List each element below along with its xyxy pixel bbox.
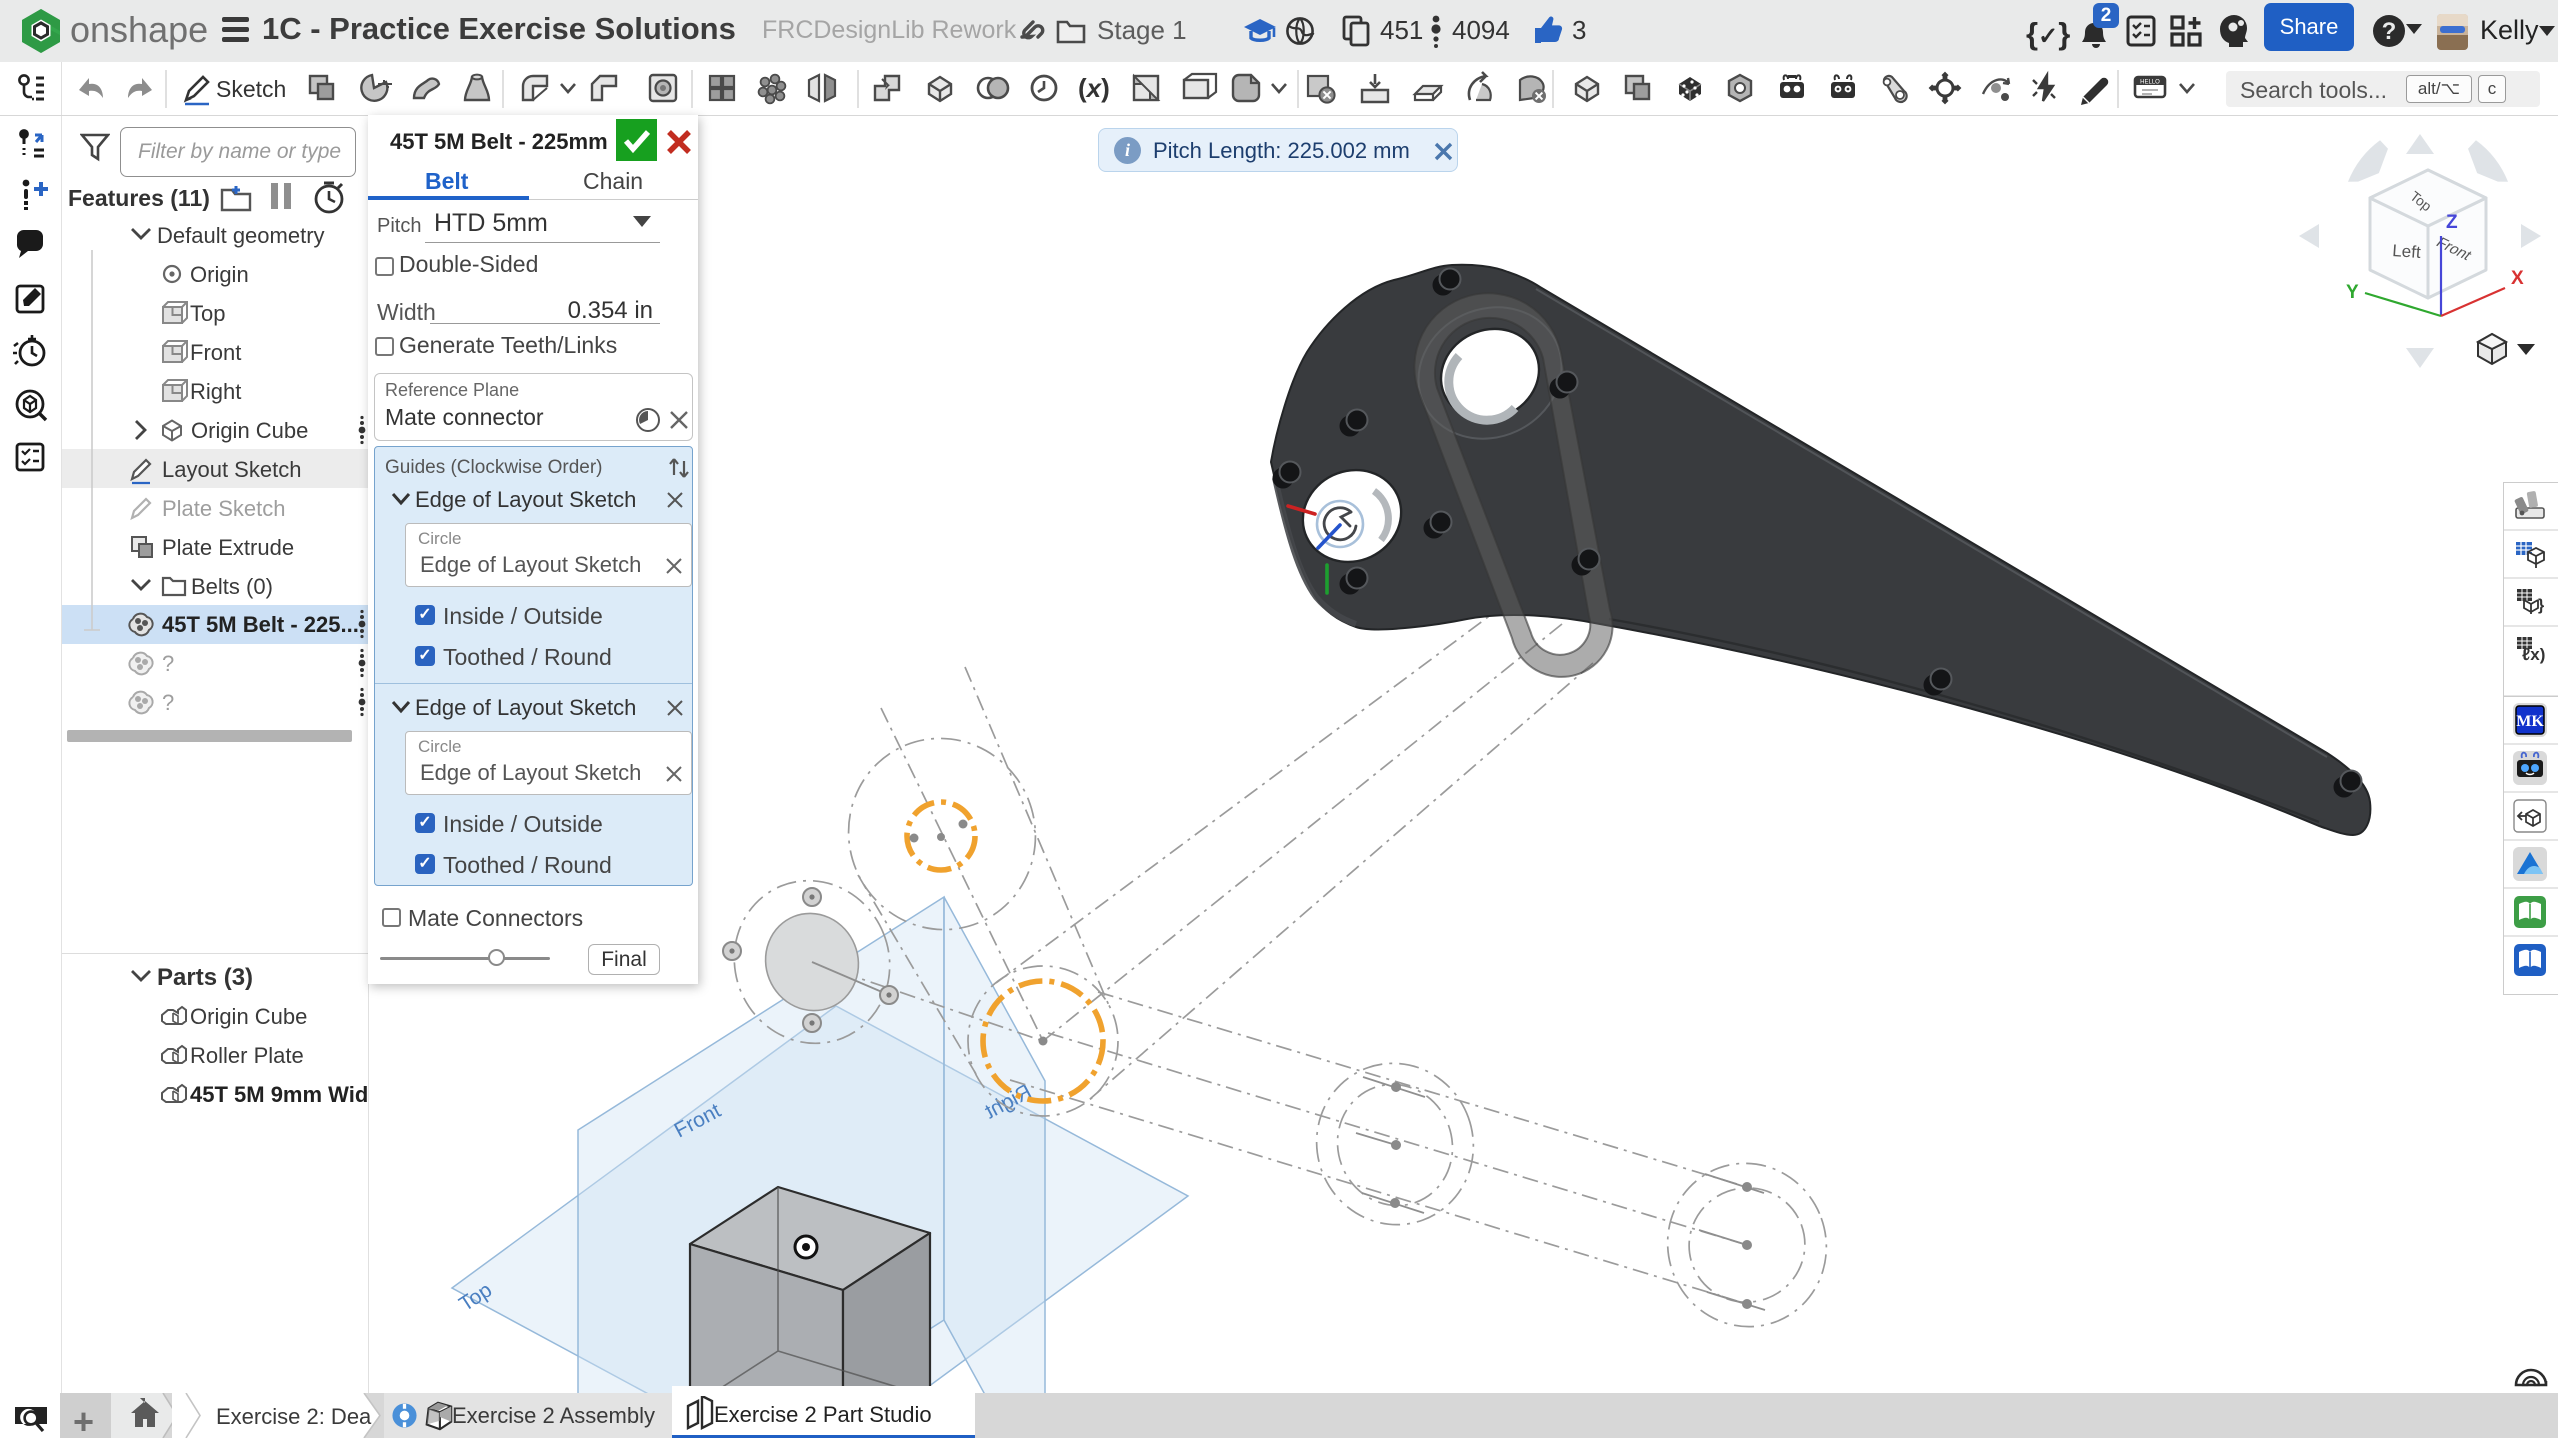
svg-text:Roller Plate: Roller Plate <box>190 1043 304 1068</box>
svg-text:Right: Right <box>190 379 241 404</box>
svg-text:Parts (3): Parts (3) <box>157 964 253 991</box>
svg-text:HELLO: HELLO <box>2140 80 2160 86</box>
svg-text:Exercise 2: Dea: Exercise 2: Dea <box>216 1404 372 1429</box>
svg-text:Top: Top <box>190 301 225 326</box>
svg-text:?: ? <box>162 690 174 715</box>
svg-text:Belts (0): Belts (0) <box>191 574 273 599</box>
svg-text:Plate Extrude: Plate Extrude <box>162 535 294 560</box>
svg-text:Sketch: Sketch <box>216 76 286 102</box>
svg-text:Left: Left <box>2392 241 2422 262</box>
svg-text:Origin Cube: Origin Cube <box>190 1004 307 1029</box>
svg-text:ℓx): ℓx) <box>2522 645 2545 664</box>
svg-text:Default geometry: Default geometry <box>157 223 325 248</box>
svg-text:Origin Cube: Origin Cube <box>191 418 308 443</box>
svg-text:(x): (x) <box>1078 73 1110 103</box>
svg-text:45T 5M Belt - 225...: 45T 5M Belt - 225... <box>162 612 359 637</box>
svg-text:Origin: Origin <box>190 262 249 287</box>
svg-text:?: ? <box>2382 18 2397 45</box>
svg-text:?: ? <box>162 651 174 676</box>
svg-text:Layout Sketch: Layout Sketch <box>162 457 301 482</box>
svg-text:Plate Sketch: Plate Sketch <box>162 496 286 521</box>
svg-text:Y: Y <box>2346 282 2359 303</box>
svg-text:MK: MK <box>2516 713 2544 730</box>
svg-text:X: X <box>2511 268 2524 289</box>
svg-text:}: } <box>2538 597 2544 614</box>
svg-text:Front: Front <box>190 340 241 365</box>
svg-text:Z: Z <box>2446 212 2458 233</box>
svg-text:45T 5M 9mm Wide B...: 45T 5M 9mm Wide B... <box>190 1082 368 1107</box>
